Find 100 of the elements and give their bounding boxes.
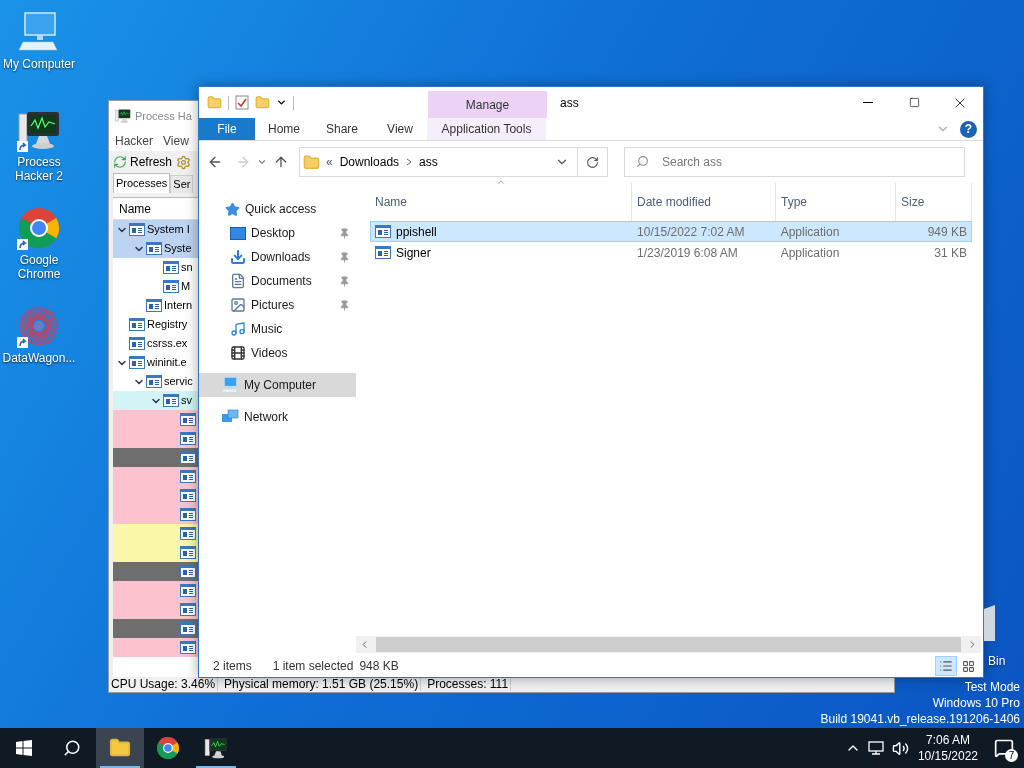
breadcrumb-separator-icon[interactable] [406,158,413,166]
desktop-shortcut[interactable]: Process Hacker 2 [0,106,78,204]
breadcrumb[interactable]: Downloads [339,153,400,171]
breadcrumb[interactable]: ass [419,153,438,171]
process-row[interactable] [113,581,199,600]
menu-item[interactable]: View [163,132,189,150]
process-row[interactable]: sv [113,391,199,410]
pin-icon [339,251,350,263]
process-row[interactable] [113,619,199,638]
overflow-chevrons[interactable]: « [326,153,333,171]
process-row[interactable] [113,505,199,524]
tab[interactable]: Processes [113,173,171,193]
nav-item[interactable]: Videos [199,341,356,365]
process-row[interactable]: Intern [113,296,199,315]
ribbon-tab[interactable]: Application Tools [427,118,546,140]
star-icon [225,201,240,217]
process-row[interactable] [113,448,199,467]
nav-item[interactable]: Downloads [199,245,356,269]
desktop-shortcut[interactable]: DataWagon... [0,302,78,400]
selection-status: 1 item selected [272,658,354,675]
nav-item[interactable]: Network [199,405,356,429]
music-note-icon [230,321,246,337]
nav-item[interactable]: Desktop [199,221,356,245]
desktop-shortcut[interactable]: Google Chrome [0,204,78,302]
menu-item[interactable]: Hacker [115,132,153,150]
volume-icon[interactable] [891,739,909,757]
process-name: servic [164,374,193,390]
ribbon-tab[interactable]: View [371,118,429,140]
folder-icon [109,737,131,759]
process-name: Syste [164,241,192,257]
tab[interactable]: Ser [170,175,194,193]
process-row[interactable] [113,638,199,657]
search-field[interactable]: Search ass [624,147,965,177]
horizontal-scrollbar[interactable] [356,636,981,653]
network-icon[interactable] [867,740,886,756]
settings-icon[interactable] [176,154,192,170]
nav-item[interactable]: My Computer [199,373,356,397]
nav-item[interactable]: Music [199,317,356,341]
process-row[interactable]: Syste [113,239,199,258]
nav-item-label: Quick access [245,201,318,218]
nav-item[interactable]: Pictures [199,293,356,317]
process-row[interactable]: wininit.e [113,353,199,372]
clock-date: 10/15/2022 [917,748,978,764]
notifications-icon [994,738,1014,758]
ribbon-tab[interactable]: Home [255,118,313,140]
desktop-shortcut-label: Process Hacker 2 [14,155,64,183]
document-icon [230,273,246,289]
shortcut-arrow-icon [17,239,28,250]
process-row[interactable] [113,429,199,448]
computer-icon [221,376,239,394]
desktop-notice-text: Test Mode [964,679,1020,695]
desktop-shortcut-label: My Computer [3,57,75,71]
network-icon [221,409,239,425]
ribbon-tab[interactable]: File [199,118,255,140]
properties-icon[interactable] [235,95,249,110]
grid-icon [961,659,975,673]
column-header[interactable]: Name [119,199,151,218]
item-count: 2 items [213,658,252,675]
process-row[interactable] [113,562,199,581]
list-icon [939,659,953,673]
process-row[interactable] [113,467,199,486]
process-row[interactable] [113,524,199,543]
chrome-icon [17,206,61,250]
ribbon-tab[interactable]: Share [313,118,371,140]
pin-icon [339,227,350,239]
file-row[interactable]: ppishell 10/15/2022 7:02 AM Application 949 KB [370,221,972,242]
process-icon [180,451,196,464]
search-icon [636,155,649,168]
process-row[interactable]: System I [113,220,199,239]
process-row[interactable]: sn [113,258,199,277]
nav-item[interactable]: Quick access [199,197,356,221]
recycle-bin-icon[interactable] [984,605,995,641]
selection-size: 948 KB [359,658,399,675]
clock[interactable]: 7:06 AM 10/15/2022 [911,732,984,764]
process-icon [180,470,196,483]
process-row[interactable] [113,600,199,619]
customize-dropdown-icon[interactable] [276,97,287,108]
process-row[interactable]: Registry [113,315,199,334]
process-row[interactable]: csrss.ex [113,334,199,353]
address-bar[interactable]: « Downloads ass [299,147,608,177]
details-view-button[interactable] [935,656,957,676]
process-row[interactable]: servic [113,372,199,391]
action-center-button[interactable]: 7 [984,728,1024,768]
nav-item[interactable]: Documents [199,269,356,293]
process-icon [129,223,145,236]
recycle-bin-label: Bin [988,653,1006,670]
file-size: 31 KB [933,244,968,262]
file-row[interactable]: Signer 1/23/2019 6:08 AM Application 31 KB [370,242,972,263]
refresh-icon[interactable] [586,155,599,169]
process-icon [163,280,179,293]
recent-locations-icon[interactable] [257,157,267,167]
process-row[interactable]: M [113,277,199,296]
process-row[interactable] [113,543,199,562]
file-size: 949 KB [926,223,968,241]
app-icon [115,108,131,124]
film-icon [230,345,246,361]
refresh-button[interactable]: Refresh [113,153,173,171]
process-row[interactable] [113,410,199,429]
help-button[interactable]: ? [960,120,977,138]
taskbar-app-button[interactable] [96,728,144,768]
